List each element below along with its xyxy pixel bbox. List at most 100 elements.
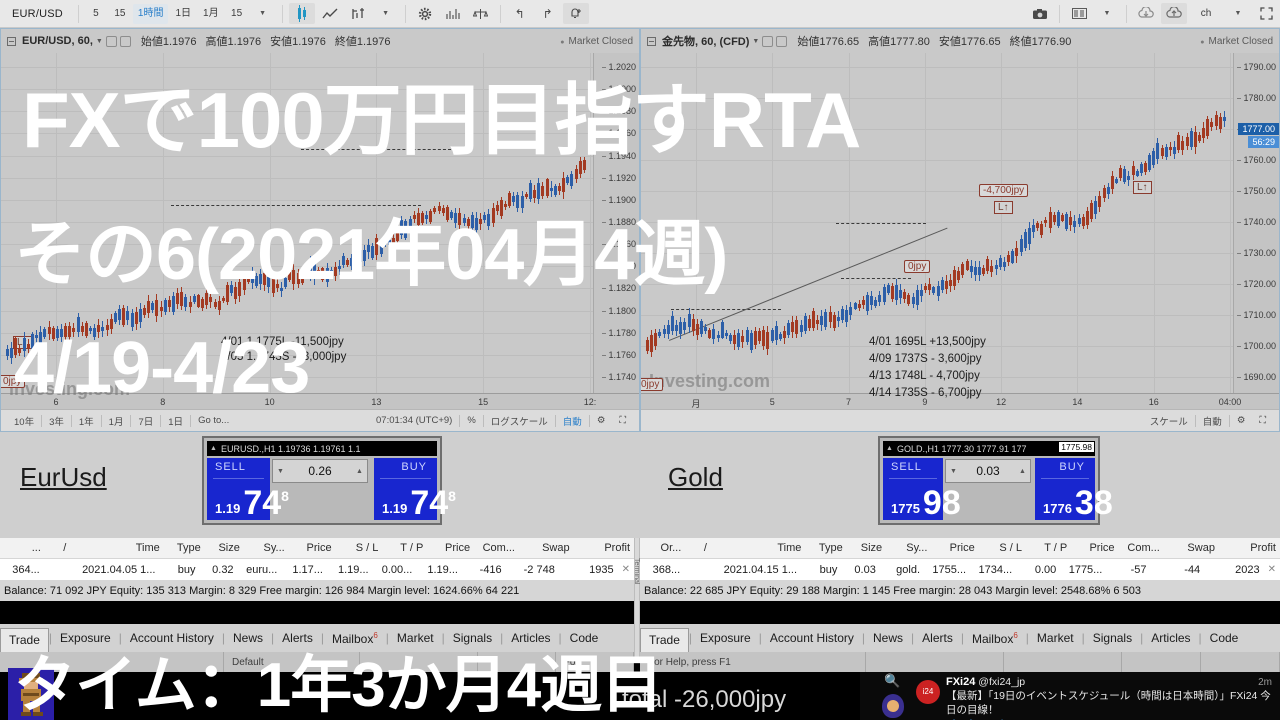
column-header[interactable]: /: [45, 542, 70, 554]
interval-1h[interactable]: 1時間: [132, 3, 169, 24]
indicators-icon[interactable]: [440, 3, 466, 24]
volume-value[interactable]: 0.03: [976, 464, 999, 478]
fullscreen-icon[interactable]: ⛶: [1252, 415, 1273, 426]
column-header[interactable]: Price: [289, 542, 336, 554]
terminal-tabs-right[interactable]: Trade | Exposure | Account History | News | Aler…: [640, 624, 1280, 652]
one-click-panel-eurusd[interactable]: ▲ EURUSD.,H1 1.19736 1.19761 1.1 SELL 1.…: [202, 436, 456, 525]
line-chart-icon[interactable]: [317, 3, 343, 24]
column-header[interactable]: /: [685, 542, 711, 554]
layout-icon[interactable]: [1066, 3, 1092, 24]
go-to-button[interactable]: Go to...: [191, 415, 236, 426]
column-header[interactable]: S / L: [979, 542, 1026, 554]
scale-toggle[interactable]: スケール: [1143, 414, 1195, 428]
percent-toggle[interactable]: %: [460, 415, 482, 426]
chevron-down-icon[interactable]: ▼: [1094, 3, 1120, 24]
sell-button-eurusd[interactable]: SELL 1.19 74 8: [207, 458, 289, 520]
column-header[interactable]: Profit: [1219, 542, 1280, 554]
tab-exposure[interactable]: Exposure: [692, 631, 759, 645]
table-header[interactable]: Or... / Time Type Size Sy... Price S / LT / P Pr…: [640, 538, 1280, 559]
table-row[interactable]: 364... 2021.04.05 1... buy 0.32 euru... 1.17.…: [0, 559, 634, 580]
column-header[interactable]: Type: [805, 542, 846, 554]
chevron-down-icon[interactable]: ▼: [1225, 3, 1251, 24]
fullscreen-icon[interactable]: ⛶: [612, 415, 633, 426]
interval-1d[interactable]: 1日: [170, 4, 196, 24]
terminal-left[interactable]: ... / Time Type Size Sy... Price S / LT / P Pric…: [0, 538, 634, 601]
table-row[interactable]: 368... 2021.04.15 1... buy 0.03 gold. 1755...…: [640, 559, 1280, 580]
range-1m[interactable]: 1月: [102, 414, 131, 428]
collapse-icon[interactable]: [7, 36, 16, 46]
tab-alerts[interactable]: Alerts: [914, 631, 961, 645]
undo-icon[interactable]: ↰: [507, 3, 533, 24]
one-click-panel-gold[interactable]: ▲ GOLD.,H1 1777.30 1777.91 177 1775.98 S…: [878, 436, 1113, 525]
collapse-icon[interactable]: [647, 36, 656, 46]
chevron-down-icon[interactable]: ▼: [373, 3, 399, 24]
tab-account-history[interactable]: Account History: [762, 631, 862, 645]
symbol-label[interactable]: EUR/USD: [0, 8, 73, 20]
chart-title[interactable]: 金先物, 60, (CFD): [662, 33, 749, 49]
interval-15[interactable]: 15: [109, 4, 131, 24]
column-header[interactable]: Sy...: [244, 542, 289, 554]
redo-icon[interactable]: ↱: [535, 3, 561, 24]
settings-mini-icon[interactable]: [762, 35, 774, 47]
column-header[interactable]: Price: [427, 542, 474, 554]
compare-icon[interactable]: [468, 3, 494, 24]
candles-icon[interactable]: [288, 3, 315, 24]
fullscreen-mini-icon[interactable]: [119, 35, 131, 47]
chart-title[interactable]: EUR/USD, 60,: [22, 35, 93, 47]
log-scale-toggle[interactable]: ログスケール: [484, 414, 555, 428]
volume-decrease-icon[interactable]: ▼: [277, 468, 284, 475]
indicator-icon[interactable]: [345, 3, 371, 24]
column-header[interactable]: ...: [0, 542, 45, 554]
column-header[interactable]: Profit: [574, 542, 634, 554]
tab-mailbox[interactable]: Mailbox6: [964, 631, 1026, 646]
range-1d[interactable]: 1日: [161, 414, 190, 428]
close-position-button[interactable]: ✕: [618, 564, 634, 575]
sell-button-gold[interactable]: SELL 1775 98: [883, 458, 961, 520]
column-header[interactable]: T / P: [382, 542, 427, 554]
volume-increase-icon[interactable]: ▲: [1019, 468, 1026, 475]
volume-increase-icon[interactable]: ▲: [356, 468, 363, 475]
column-header[interactable]: Time: [70, 542, 163, 554]
auto-scale-toggle[interactable]: 自動: [556, 414, 589, 428]
terminal-right[interactable]: Or... / Time Type Size Sy... Price S / LT / P Pr…: [640, 538, 1280, 601]
buy-button-gold[interactable]: BUY 1776 38: [1035, 458, 1113, 520]
column-header[interactable]: Swap: [1164, 542, 1219, 554]
chevron-down-icon[interactable]: ▼: [752, 38, 759, 45]
gear-icon[interactable]: [412, 3, 438, 24]
settings-mini-icon[interactable]: [105, 35, 117, 47]
column-header[interactable]: Size: [205, 542, 244, 554]
gear-icon[interactable]: ⚙: [590, 415, 613, 426]
tweet-author[interactable]: FXi24: [946, 676, 975, 688]
column-header[interactable]: Sy...: [886, 542, 931, 554]
range-7d[interactable]: 7日: [131, 414, 160, 428]
column-header[interactable]: Price: [1071, 542, 1118, 554]
tab-news[interactable]: News: [865, 631, 911, 645]
range-10y[interactable]: 10年: [7, 414, 41, 428]
table-header[interactable]: ... / Time Type Size Sy... Price S / LT / P Pric…: [0, 538, 634, 559]
column-header[interactable]: Com...: [1119, 542, 1164, 554]
y-axis-gold[interactable]: 1790.001780.001770.001760.001750.001740.…: [1233, 53, 1279, 409]
close-position-button[interactable]: ✕: [1264, 564, 1280, 575]
column-header[interactable]: Com...: [474, 542, 519, 554]
column-header[interactable]: Size: [847, 542, 886, 554]
interval-1m[interactable]: 1月: [198, 4, 224, 24]
range-1y[interactable]: 1年: [72, 414, 101, 428]
chevron-down-icon[interactable]: ▼: [96, 38, 103, 45]
column-header[interactable]: S / L: [336, 542, 383, 554]
chevron-down-icon[interactable]: ▼: [250, 3, 276, 24]
tweet-card[interactable]: 🔍 i24 FXi24 @fxi24_jp 2m 【最新】「19日のイベントスケ…: [860, 672, 1280, 720]
fullscreen-mini-icon[interactable]: [776, 35, 788, 47]
cloud-download-icon[interactable]: [1133, 3, 1159, 24]
interval-5[interactable]: 5: [85, 4, 107, 24]
account-label[interactable]: ch: [1189, 4, 1223, 24]
column-header[interactable]: Or...: [640, 542, 685, 554]
tab-code[interactable]: Code: [1202, 631, 1247, 645]
gear-icon[interactable]: ⚙: [1230, 415, 1253, 426]
column-header[interactable]: Type: [164, 542, 205, 554]
tab-market[interactable]: Market: [1029, 631, 1082, 645]
alert-add-icon[interactable]: [562, 3, 589, 24]
volume-value[interactable]: 0.26: [308, 464, 331, 478]
column-header[interactable]: Time: [711, 542, 805, 554]
interval-15b[interactable]: 15: [226, 4, 248, 24]
camera-icon[interactable]: [1027, 3, 1053, 24]
